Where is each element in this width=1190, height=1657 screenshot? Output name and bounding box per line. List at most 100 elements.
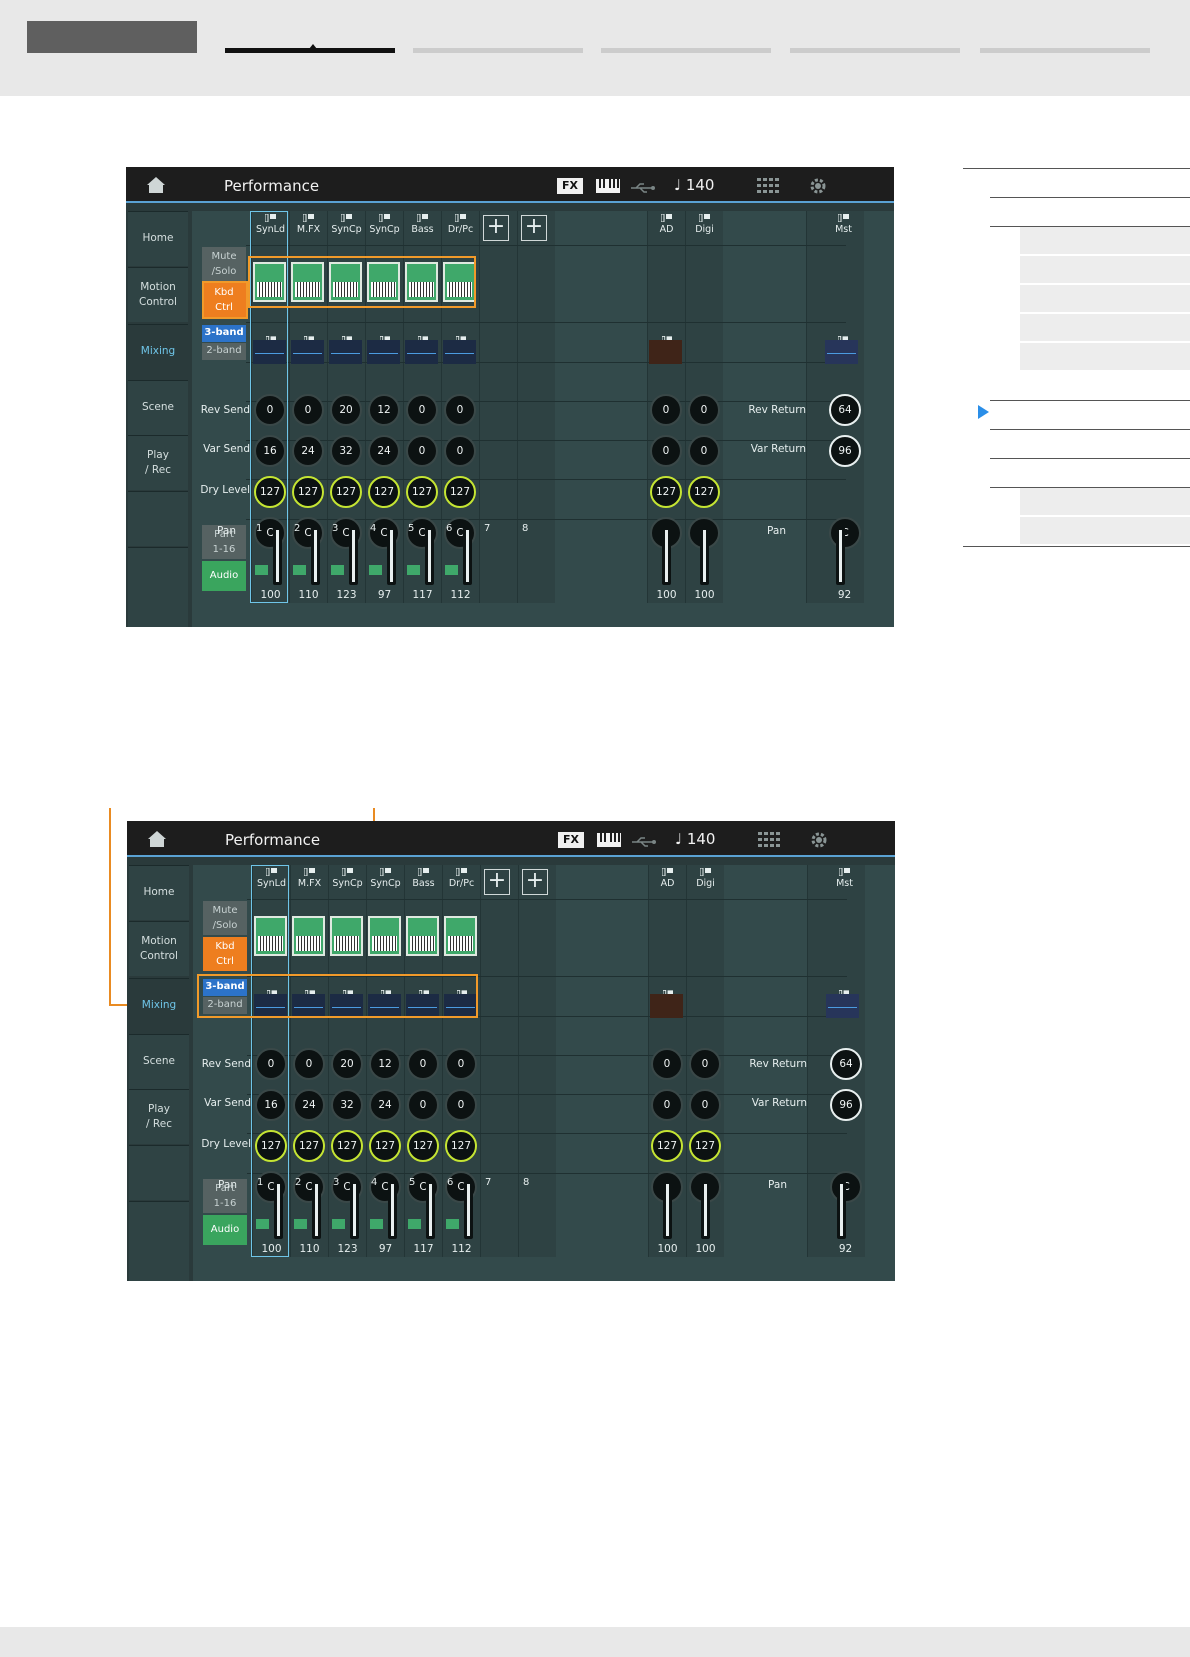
volume-fader[interactable] (388, 1181, 397, 1239)
audio-button[interactable]: Audio (203, 1215, 247, 1245)
tab-mixing[interactable]: Mixing (129, 978, 189, 1033)
tab-scene[interactable]: Scene (128, 380, 188, 435)
rev-send-knob[interactable]: 0 (445, 1048, 477, 1080)
eq-graph[interactable] (329, 329, 362, 365)
var-send-knob[interactable]: 32 (330, 435, 362, 467)
tempo-display[interactable]: ♩ 140 (675, 830, 715, 848)
volume-fader[interactable] (312, 1181, 321, 1239)
kbd-ctrl-toggle[interactable] (368, 916, 401, 956)
dry-level-knob[interactable]: 127 (368, 476, 400, 508)
master-header[interactable]: Mst (825, 213, 862, 246)
volume-fader[interactable] (349, 527, 358, 585)
kbd-ctrl-toggle[interactable] (330, 916, 363, 956)
dry-level-knob[interactable]: 127 (445, 1130, 477, 1162)
tab-mixing[interactable]: Mixing (128, 324, 188, 379)
tab-scene[interactable]: Scene (129, 1034, 189, 1089)
dry-level-knob[interactable]: 127 (292, 476, 324, 508)
audio-volume-fader[interactable] (663, 1181, 672, 1239)
audio-var-send-knob[interactable]: 0 (688, 435, 720, 467)
volume-fader[interactable] (273, 527, 282, 585)
volume-fader[interactable] (463, 527, 472, 585)
part-header[interactable]: SynLd (252, 213, 289, 246)
rev-send-knob[interactable]: 0 (406, 394, 438, 426)
part-header[interactable]: SynCp (328, 213, 365, 246)
audio-rev-send-knob[interactable]: 0 (688, 394, 720, 426)
eq-graph[interactable] (291, 329, 324, 365)
part-header[interactable]: M.FX (290, 213, 327, 246)
var-send-knob[interactable]: 32 (331, 1089, 363, 1121)
audio-dry-level-knob[interactable]: 127 (688, 476, 720, 508)
master-header[interactable]: Mst (826, 867, 863, 900)
eq-graph[interactable] (367, 329, 400, 365)
kbd-ctrl-toggle[interactable] (254, 916, 287, 956)
tab-home[interactable]: Home (129, 865, 189, 920)
rev-send-knob[interactable]: 0 (292, 394, 324, 426)
part-header[interactable]: Dr/Pc (443, 867, 480, 900)
progress-step-3[interactable] (601, 48, 771, 53)
audio-var-send-knob[interactable]: 0 (651, 1089, 683, 1121)
tab-home[interactable]: Home (128, 211, 188, 266)
index-entry[interactable] (1020, 285, 1190, 312)
audio-dry-level-knob[interactable]: 127 (651, 1130, 683, 1162)
master-pan-knob[interactable]: C (829, 517, 861, 549)
var-send-knob[interactable]: 0 (406, 435, 438, 467)
rev-send-knob[interactable]: 0 (254, 394, 286, 426)
audio-rev-send-knob[interactable]: 0 (651, 1048, 683, 1080)
index-entry[interactable] (1020, 314, 1190, 341)
add-part-button[interactable]: + (521, 215, 547, 241)
add-part-button[interactable]: + (522, 869, 548, 895)
volume-fader[interactable] (311, 527, 320, 585)
audio-eq-graph[interactable] (649, 329, 682, 365)
dry-level-knob[interactable]: 127 (330, 476, 362, 508)
dry-level-knob[interactable]: 127 (406, 476, 438, 508)
index-entry[interactable] (1020, 343, 1190, 370)
audio-dry-level-knob[interactable]: 127 (650, 476, 682, 508)
kbd-ctrl-toggle[interactable] (406, 916, 439, 956)
eq-graph[interactable] (443, 329, 476, 365)
part-header[interactable]: Dr/Pc (442, 213, 479, 246)
audio-part-header[interactable]: AD (649, 867, 686, 900)
mute-solo-button[interactable]: Mute /Solo (203, 901, 247, 935)
var-send-knob[interactable]: 0 (445, 1089, 477, 1121)
dry-level-knob[interactable]: 127 (369, 1130, 401, 1162)
audio-rev-send-knob[interactable]: 0 (689, 1048, 721, 1080)
audio-part-header[interactable]: Digi (687, 867, 724, 900)
master-pan-knob[interactable]: C (830, 1171, 862, 1203)
dry-level-knob[interactable]: 127 (254, 476, 286, 508)
master-volume-fader[interactable] (836, 527, 845, 585)
volume-fader[interactable] (426, 1181, 435, 1239)
audio-dry-level-knob[interactable]: 127 (689, 1130, 721, 1162)
index-entry[interactable] (1020, 227, 1190, 254)
rev-send-knob[interactable]: 0 (255, 1048, 287, 1080)
audio-volume-fader[interactable] (701, 1181, 710, 1239)
rev-send-knob[interactable]: 12 (368, 394, 400, 426)
audio-part-header[interactable]: AD (648, 213, 685, 246)
dry-level-knob[interactable]: 127 (444, 476, 476, 508)
progress-step-4[interactable] (790, 48, 960, 53)
part-header[interactable]: SynCp (329, 867, 366, 900)
volume-fader[interactable] (464, 1181, 473, 1239)
dry-level-knob[interactable]: 127 (407, 1130, 439, 1162)
tab-play-rec[interactable]: Play / Rec (128, 435, 188, 490)
rev-send-knob[interactable]: 20 (331, 1048, 363, 1080)
progress-step-2[interactable] (413, 48, 583, 53)
volume-fader[interactable] (387, 527, 396, 585)
index-entry[interactable] (1020, 256, 1190, 283)
var-send-knob[interactable]: 0 (407, 1089, 439, 1121)
rev-send-knob[interactable]: 0 (444, 394, 476, 426)
master-eq-graph[interactable] (826, 983, 859, 1019)
tempo-display[interactable]: ♩ 140 (674, 176, 714, 194)
index-entry[interactable] (1020, 488, 1190, 515)
tab-motion-control[interactable]: Motion Control (128, 267, 188, 322)
audio-eq-graph[interactable] (650, 983, 683, 1019)
kbd-ctrl-toggle[interactable] (444, 916, 477, 956)
var-send-knob[interactable]: 24 (293, 1089, 325, 1121)
var-send-knob[interactable]: 16 (254, 435, 286, 467)
kbd-ctrl-button[interactable]: Kbd Ctrl (203, 937, 247, 971)
audio-var-send-knob[interactable]: 0 (689, 1089, 721, 1121)
audio-part-header[interactable]: Digi (686, 213, 723, 246)
fx-button[interactable]: FX (558, 832, 584, 848)
part-header[interactable]: SynCp (367, 867, 404, 900)
rev-return-knob[interactable]: 64 (830, 1048, 862, 1080)
part-header[interactable]: Bass (404, 213, 441, 246)
